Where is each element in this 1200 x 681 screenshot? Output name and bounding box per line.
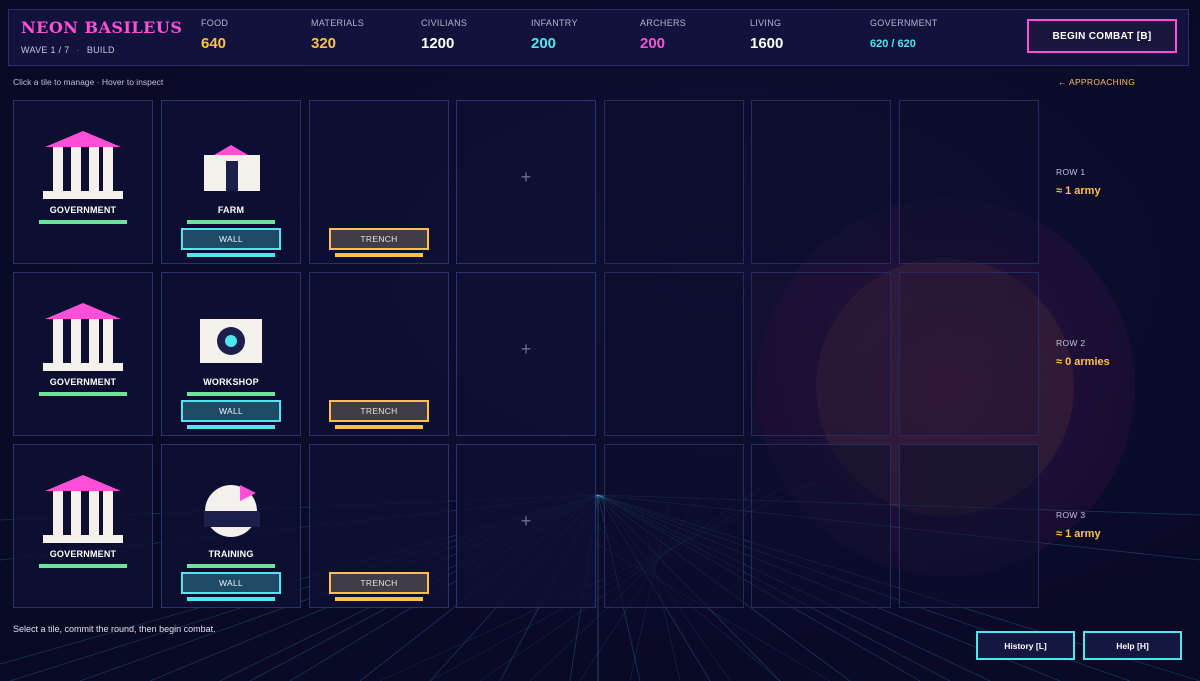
tile-government-row3[interactable]: GOVERNMENT — [13, 444, 153, 608]
help-button[interactable]: Help [H] — [1083, 631, 1182, 660]
tile-build-slot-row3[interactable]: + — [456, 444, 596, 608]
stat-label: LIVING — [750, 18, 782, 28]
health-bar — [187, 392, 275, 396]
tile-empty[interactable] — [751, 444, 891, 608]
tile-training-row3[interactable]: TRAINING WALL — [161, 444, 301, 608]
government-icon — [43, 303, 123, 371]
building-label: TRAINING — [208, 549, 254, 559]
game-title: NEON BASILEUS — [21, 18, 183, 37]
add-building-icon: + — [520, 339, 532, 359]
stat-label: FOOD — [201, 18, 229, 28]
wave-counter: WAVE 1 / 7 — [21, 45, 70, 55]
army-estimate: ≈ 1 army — [1056, 528, 1101, 540]
row-label: ROW 2 — [1056, 338, 1086, 348]
trench-button[interactable]: TRENCH — [329, 228, 429, 250]
government-icon — [43, 475, 123, 543]
begin-combat-button[interactable]: BEGIN COMBAT [B] — [1027, 19, 1177, 53]
building-label: GOVERNMENT — [49, 205, 117, 215]
tile-build-slot-row2[interactable]: + — [456, 272, 596, 436]
row-info-2: ROW 2 ≈ 0 armies — [1056, 338, 1110, 368]
stat-government: GOVERNMENT 620 / 620 — [870, 18, 938, 50]
wall-health-bar — [187, 425, 275, 429]
government-icon — [43, 131, 123, 199]
stat-value: 320 — [311, 35, 337, 52]
building-label: GOVERNMENT — [49, 377, 117, 387]
health-bar — [39, 392, 127, 396]
health-bar — [187, 564, 275, 568]
tile-workshop-row2[interactable]: WORKSHOP WALL — [161, 272, 301, 436]
tile-empty[interactable] — [751, 272, 891, 436]
wall-button[interactable]: WALL — [181, 572, 281, 594]
tile-farm-row1[interactable]: FARM WALL — [161, 100, 301, 264]
approaching-indicator: ← APPROACHING — [1058, 77, 1136, 87]
game-screen: NEON BASILEUS WAVE 1 / 7 · BUILD FOOD 640 … — [0, 0, 1200, 681]
farm-icon — [204, 145, 260, 191]
tile-trench-row3[interactable]: TRENCH — [309, 444, 449, 608]
tile-empty[interactable] — [899, 272, 1039, 436]
tile-government-row1[interactable]: GOVERNMENT — [13, 100, 153, 264]
training-icon — [204, 485, 260, 537]
army-estimate: ≈ 0 armies — [1056, 356, 1110, 368]
add-building-icon: + — [520, 167, 532, 187]
stat-label: ARCHERS — [640, 18, 687, 28]
row-info-1: ROW 1 ≈ 1 army — [1056, 167, 1101, 197]
stat-label: CIVILIANS — [421, 18, 468, 28]
stat-label: MATERIALS — [311, 18, 365, 28]
trench-health-bar — [335, 253, 423, 257]
wall-health-bar — [187, 597, 275, 601]
stat-value: 200 — [640, 35, 666, 52]
stat-value: 640 — [201, 35, 227, 52]
stat-value: 620 / 620 — [870, 38, 916, 50]
footer-hint: Select a tile, commit the round, then be… — [13, 624, 216, 634]
stat-food: FOOD 640 — [201, 18, 228, 52]
stat-infantry: INFANTRY 200 — [531, 18, 578, 52]
tile-empty[interactable] — [604, 444, 744, 608]
wall-button[interactable]: WALL — [181, 228, 281, 250]
trench-health-bar — [335, 597, 423, 601]
stat-living: LIVING 1600 — [750, 18, 783, 52]
tile-government-row2[interactable]: GOVERNMENT — [13, 272, 153, 436]
resource-bar: NEON BASILEUS WAVE 1 / 7 · BUILD FOOD 640 … — [8, 9, 1189, 66]
stat-label: INFANTRY — [531, 18, 578, 28]
brand: NEON BASILEUS WAVE 1 / 7 · BUILD — [21, 18, 182, 55]
row-label: ROW 3 — [1056, 510, 1086, 520]
trench-button[interactable]: TRENCH — [329, 400, 429, 422]
stat-value: 1600 — [750, 35, 784, 52]
wall-button[interactable]: WALL — [181, 400, 281, 422]
tile-trench-row1[interactable]: TRENCH — [309, 100, 449, 264]
stat-civilians: CIVILIANS 1200 — [421, 18, 467, 52]
row-label: ROW 1 — [1056, 167, 1086, 177]
tile-build-slot-row1[interactable]: + — [456, 100, 596, 264]
tile-empty[interactable] — [604, 272, 744, 436]
separator-dot: · — [76, 45, 80, 55]
tile-empty[interactable] — [899, 100, 1039, 264]
wave-status: WAVE 1 / 7 · BUILD — [21, 45, 182, 55]
health-bar — [39, 220, 127, 224]
stat-value: 200 — [531, 35, 557, 52]
health-bar — [39, 564, 127, 568]
stat-archers: ARCHERS 200 — [640, 18, 686, 52]
stat-label: GOVERNMENT — [870, 18, 938, 28]
tile-trench-row2[interactable]: TRENCH — [309, 272, 449, 436]
building-label: GOVERNMENT — [49, 549, 117, 559]
stat-value: 1200 — [421, 35, 455, 52]
tile-empty[interactable] — [604, 100, 744, 264]
army-estimate: ≈ 1 army — [1056, 185, 1101, 197]
row-info-3: ROW 3 ≈ 1 army — [1056, 510, 1101, 540]
tile-empty[interactable] — [899, 444, 1039, 608]
tile-hint: Click a tile to manage · Hover to inspec… — [13, 77, 164, 87]
building-label: FARM — [217, 205, 245, 215]
add-building-icon: + — [520, 511, 532, 531]
phase-label: BUILD — [86, 45, 115, 55]
workshop-icon — [200, 319, 262, 363]
trench-button[interactable]: TRENCH — [329, 572, 429, 594]
health-bar — [187, 220, 275, 224]
wall-health-bar — [187, 253, 275, 257]
trench-health-bar — [335, 425, 423, 429]
history-button[interactable]: History [L] — [976, 631, 1075, 660]
tile-empty[interactable] — [751, 100, 891, 264]
stat-materials: MATERIALS 320 — [311, 18, 364, 52]
building-label: WORKSHOP — [203, 377, 259, 387]
